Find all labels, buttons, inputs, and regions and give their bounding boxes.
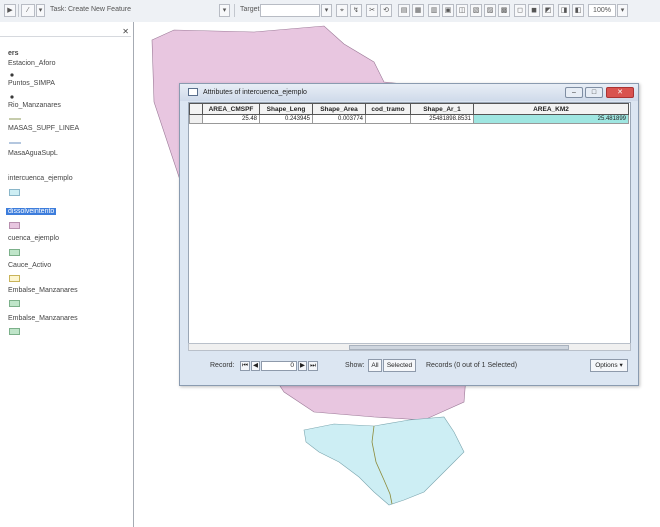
first-record-icon[interactable]: ⏮ [240, 361, 250, 371]
window-title: Attributes of intercuenca_ejemplo [203, 89, 307, 96]
line-symbol-icon [9, 140, 21, 147]
options-button[interactable]: Options ▾ [590, 359, 628, 372]
column-header[interactable]: Shape_Ar_1 [410, 103, 474, 115]
record-number-input[interactable]: 0 [261, 361, 297, 371]
polygon-swatch-icon [9, 328, 20, 337]
maximize-icon[interactable]: □ [585, 87, 603, 98]
polygon-swatch-icon [9, 222, 20, 231]
column-header[interactable]: Shape_Area [312, 103, 366, 115]
table-cell[interactable]: 25.481899 [473, 114, 629, 124]
close-window-icon[interactable]: ✕ [606, 87, 634, 98]
polygon-swatch-icon [9, 249, 20, 258]
polygon-swatch-icon [9, 189, 20, 198]
layer-intercuenca-ejemplo[interactable]: intercuenca_ejemplo [8, 175, 73, 182]
column-header[interactable]: AREA_CMSPF [202, 103, 260, 115]
table-cell[interactable] [365, 114, 411, 124]
buffer-icon[interactable]: ▣ [442, 4, 454, 17]
page-zoom-icon[interactable]: ◨ [558, 4, 570, 17]
union-icon[interactable]: ▩ [498, 4, 510, 17]
layer-rio-manzanares[interactable]: Rio_Manzanares [8, 102, 61, 109]
trace-icon[interactable]: ▧ [470, 4, 482, 17]
editor-toolbar: ▶ ⁄ ▾ Task: Create New Feature ▾ Target:… [0, 0, 660, 23]
target-dropdown-icon[interactable]: ▾ [321, 4, 332, 17]
task-label: Task: [50, 6, 67, 13]
layer-embalse-manzanares[interactable]: Embalse_Manzanares [8, 287, 78, 294]
minimize-icon[interactable]: – [565, 87, 583, 98]
rotate-icon[interactable]: ⟲ [380, 4, 392, 17]
layer-dissolveintento[interactable]: dissolveintento [6, 208, 57, 215]
point-symbol-icon [9, 72, 15, 80]
zoom-in-icon[interactable]: ◼ [528, 4, 540, 17]
row-selector[interactable] [189, 114, 203, 124]
polygon-swatch-icon [9, 275, 20, 284]
zoom-dropdown-icon[interactable]: ▾ [617, 4, 628, 17]
layer-puntos-simpa[interactable]: Puntos_SIMPA [8, 80, 55, 87]
merge-icon[interactable]: ▥ [428, 4, 440, 17]
sketch-tool-icon[interactable]: ⁄ [21, 4, 35, 17]
table-of-contents: ✕ ers Estacion_Aforo Puntos_SIMPA Rio_Ma… [0, 22, 134, 527]
point-symbol-icon [9, 94, 15, 102]
layer-estacion-aforo[interactable]: Estacion_Aforo [8, 60, 55, 67]
table-cell[interactable]: 25.48 [202, 114, 260, 124]
blue-subcatchment-polygon[interactable] [303, 416, 465, 506]
task-dropdown-icon[interactable]: ▾ [219, 4, 230, 17]
scrollbar-thumb[interactable] [349, 345, 569, 350]
task-value[interactable]: Create New Feature [68, 6, 131, 13]
next-record-icon[interactable]: ▶ [298, 361, 307, 371]
toc-title-bar [0, 28, 131, 37]
last-record-icon[interactable]: ⏭ [308, 361, 318, 371]
sketch-properties-icon[interactable]: ▦ [412, 4, 424, 17]
layer-embalse-manzanares-2[interactable]: Embalse_Manzanares [8, 315, 78, 322]
polygon-swatch-icon [9, 300, 20, 309]
layer-masaaguasupl[interactable]: MasaAguaSupL [8, 150, 58, 157]
row-selector-header [189, 103, 203, 115]
clip-icon[interactable]: ▨ [484, 4, 496, 17]
dropdown-arrow-icon[interactable]: ▾ [36, 4, 45, 17]
show-label: Show: [345, 362, 365, 369]
zoom-level-field[interactable]: 100% [588, 4, 616, 17]
attributes-icon[interactable]: ▤ [398, 4, 410, 17]
records-status: Records (0 out of 1 Selected) [426, 362, 518, 369]
show-selected-button[interactable]: Selected [383, 359, 416, 372]
layout-view-icon[interactable]: ◻ [514, 4, 526, 17]
zoom-out-icon[interactable]: ◩ [542, 4, 554, 17]
table-cell[interactable]: 0.243945 [259, 114, 313, 124]
toc-header: ers [8, 50, 19, 57]
options-label: Options [595, 362, 618, 369]
snap-icon[interactable]: ◫ [456, 4, 468, 17]
table-row[interactable]: 25.48 0.243945 0.003774 25481898.8531 25… [189, 114, 629, 124]
horizontal-scrollbar[interactable] [188, 343, 631, 351]
table-cell[interactable]: 0.003774 [312, 114, 366, 124]
attribute-grid-area: AREA_CMSPF Shape_Leng Shape_Area cod_tra… [188, 102, 631, 350]
previous-record-icon[interactable]: ◀ [251, 361, 260, 371]
play-icon[interactable]: ▶ [4, 4, 16, 17]
attribute-table-window[interactable]: Attributes of intercuenca_ejemplo – □ ✕ … [179, 83, 639, 386]
layer-cuenca-ejemplo[interactable]: cuenca_ejemplo [8, 235, 59, 242]
attribute-table: AREA_CMSPF Shape_Leng Shape_Area cod_tra… [189, 103, 629, 124]
cut-polygon-icon[interactable]: ✂ [366, 4, 378, 17]
pan-page-icon[interactable]: ◧ [572, 4, 584, 17]
table-cell[interactable]: 25481898.8531 [410, 114, 474, 124]
column-header[interactable]: cod_tramo [365, 103, 411, 115]
close-icon[interactable]: ✕ [122, 27, 129, 36]
column-header[interactable]: Shape_Leng [259, 103, 313, 115]
record-navigation-bar: Record: ⏮ ◀ 0 ▶ ⏭ Show: All Selected Rec… [188, 354, 631, 378]
table-icon [188, 88, 198, 96]
window-title-bar[interactable]: Attributes of intercuenca_ejemplo – □ ✕ [180, 84, 638, 101]
column-header[interactable]: AREA_KM2 [473, 103, 629, 115]
record-label: Record: [210, 362, 235, 369]
table-header-row: AREA_CMSPF Shape_Leng Shape_Area cod_tra… [189, 103, 629, 115]
layer-cauce-activo[interactable]: Cauce_Activo [8, 262, 51, 269]
line-symbol-icon [9, 116, 21, 123]
layer-masas-supf-linea[interactable]: MASAS_SUPF_LINEA [8, 125, 79, 132]
target-label: Target: [240, 6, 262, 13]
edit-vertices-icon[interactable]: ⌖ [336, 4, 348, 17]
target-select[interactable] [260, 4, 320, 17]
reshape-icon[interactable]: ↯ [350, 4, 362, 17]
show-all-button[interactable]: All [368, 359, 382, 372]
